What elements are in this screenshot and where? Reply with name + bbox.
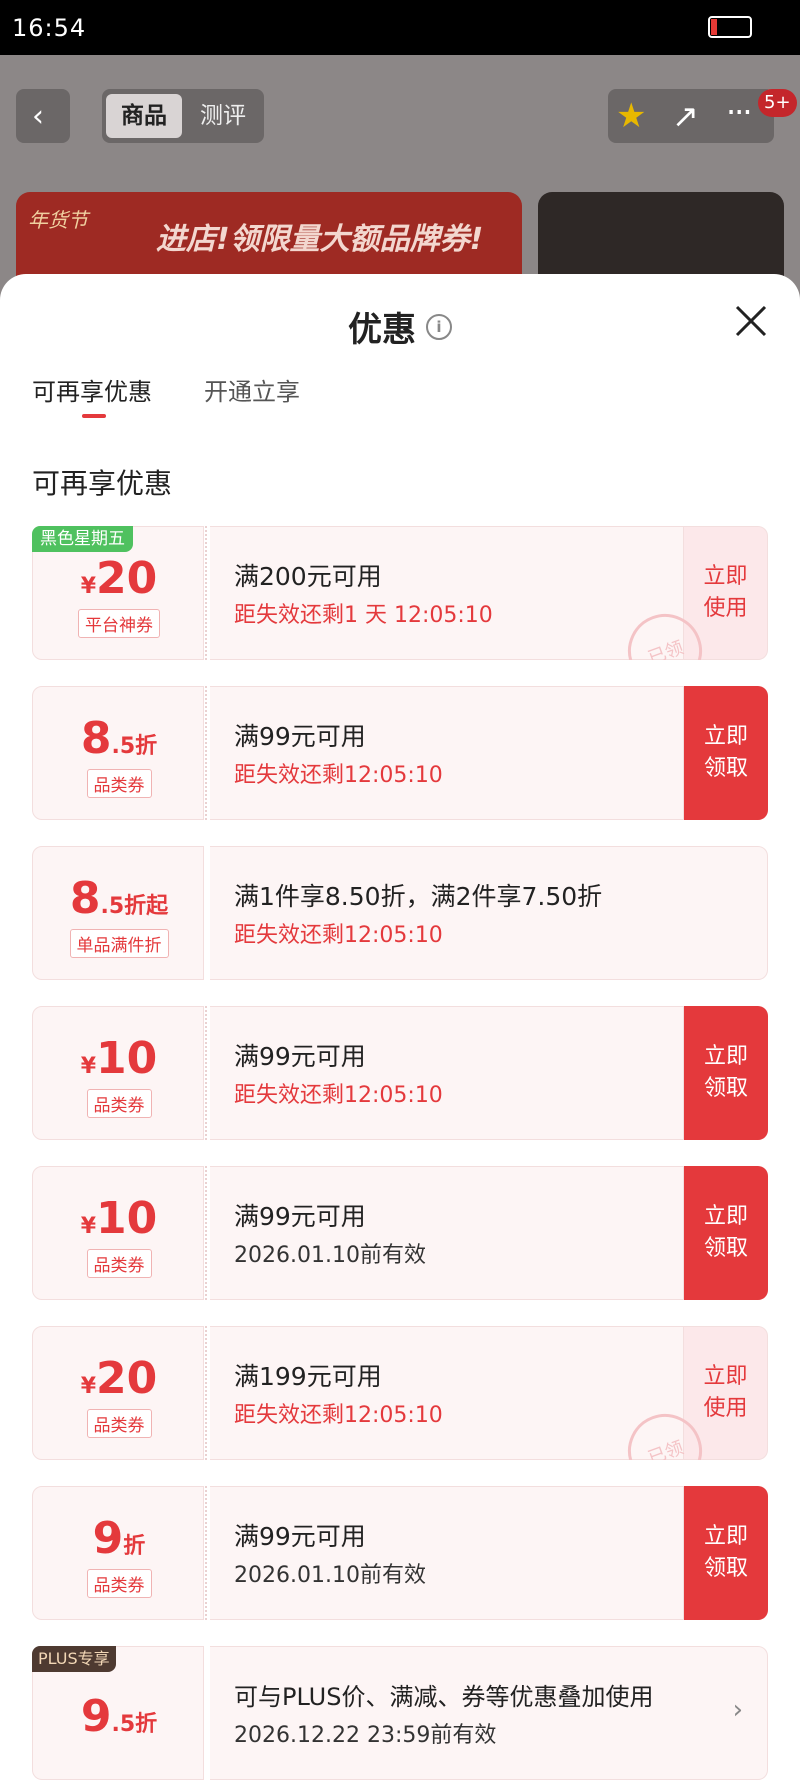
coupon-type-label: 品类券: [86, 769, 152, 798]
back-button[interactable]: ‹: [16, 89, 70, 143]
tab-available-discounts[interactable]: 可再享优惠: [32, 372, 152, 407]
battery-icon: [708, 16, 752, 38]
coupon-card: ¥20 平台神券 满200元可用 距失效还剩1 天 12:05:10 立即 使用 …: [32, 526, 768, 660]
star-icon[interactable]: ★: [616, 97, 646, 135]
coupon-card: ¥20 品类券 满199元可用 距失效还剩12:05:10 立即 使用 已领: [32, 1326, 768, 1460]
coupon-detail: 满99元可用 2026.01.10前有效: [210, 1486, 684, 1620]
discount-sheet: 优惠 i 可再享优惠 开通立享 可再享优惠 ¥20 平台神券 满200元可用 距失…: [0, 274, 800, 1780]
perforation: [205, 1166, 209, 1300]
coupon-type-label: 单品满件折: [69, 929, 169, 958]
info-icon[interactable]: i: [426, 313, 452, 340]
coupon-detail: 满99元可用 2026.01.10前有效: [210, 1166, 684, 1300]
coupon-card: ¥10 品类券 满99元可用 2026.01.10前有效 立即 领取: [32, 1166, 768, 1300]
chevron-right-icon: ›: [732, 1695, 743, 1725]
coupon-countdown: 距失效还剩12:05:10: [234, 763, 443, 788]
claim-now-button[interactable]: 立即 领取: [684, 686, 768, 820]
coupon-countdown: 距失效还剩12:05:10: [234, 1083, 443, 1108]
claim-now-button[interactable]: 立即 领取: [684, 1166, 768, 1300]
coupon-condition: 满99元可用: [234, 1522, 366, 1551]
sheet-title-text: 优惠: [348, 310, 416, 350]
coupon-card: 9折 品类券 满99元可用 2026.01.10前有效 立即 领取: [32, 1486, 768, 1620]
coupon-value-panel: ¥10 品类券: [32, 1166, 204, 1300]
chevron-left-icon: ‹: [32, 99, 44, 134]
coupon-condition: 满99元可用: [234, 1042, 366, 1071]
coupon-detail: 满99元可用 距失效还剩12:05:10: [210, 686, 684, 820]
claimed-stamp: 已领: [617, 603, 713, 660]
banner-logo: 年货节: [28, 208, 88, 232]
coupon-value-panel: ¥10 品类券: [32, 1006, 204, 1140]
claim-now-button[interactable]: 立即 领取: [684, 1486, 768, 1620]
coupon-countdown: 距失效还剩12:05:10: [234, 923, 443, 948]
banner-text: 进店!领限量大额品牌券!: [156, 222, 484, 257]
coupon-value-panel: 8.5折 品类券: [32, 686, 204, 820]
coupon-value: 9折: [92, 1513, 146, 1564]
coupon-value: 9.5折: [80, 1691, 158, 1742]
coupon-value: 8.5折: [80, 713, 158, 764]
coupon-condition: 满99元可用: [234, 1202, 366, 1231]
coupon-card: 8.5折 品类券 满99元可用 距失效还剩12:05:10 立即 领取: [32, 686, 768, 820]
coupon-condition: 满1件享8.50折，满2件享7.50折: [234, 882, 603, 911]
coupon-value: ¥10: [80, 1033, 158, 1084]
coupon-type-label: 品类券: [86, 1569, 152, 1598]
black-friday-tag: 黑色星期五: [32, 526, 133, 552]
coupon-type-label: 品类券: [86, 1089, 152, 1118]
coupon-value: 8.5折起: [69, 873, 169, 924]
tab-review[interactable]: 测评: [188, 94, 258, 138]
status-time: 16:54: [12, 14, 87, 42]
coupon-card: 8.5折起 单品满件折 满1件享8.50折，满2件享7.50折 距失效还剩12:…: [32, 846, 768, 980]
coupon-expiry: 2026.01.10前有效: [234, 1563, 426, 1588]
coupon-detail: 满1件享8.50折，满2件享7.50折 距失效还剩12:05:10: [210, 846, 768, 980]
coupon-value: ¥10: [80, 1193, 158, 1244]
claim-now-button[interactable]: 立即 领取: [684, 1006, 768, 1140]
section-title: 可再享优惠: [32, 467, 173, 500]
sheet-title: 优惠 i: [0, 302, 800, 351]
product-page-background: ‹ 商品 测评 ★ ↗ ··· 5+ 年货节 进店!领限量大额品牌券!: [0, 55, 800, 305]
coupon-expiry: 2026.01.10前有效: [234, 1243, 426, 1268]
perforation: [205, 686, 209, 820]
coupon-value-panel: 9折 品类券: [32, 1486, 204, 1620]
coupon-condition: 满99元可用: [234, 722, 366, 751]
tab-product[interactable]: 商品: [106, 94, 182, 138]
coupon-detail: 满99元可用 距失效还剩12:05:10: [210, 1006, 684, 1140]
coupon-card: ¥10 品类券 满99元可用 距失效还剩12:05:10 立即 领取: [32, 1006, 768, 1140]
perforation: [205, 1486, 209, 1620]
coupon-expiry: 2026.12.22 23:59前有效: [234, 1723, 497, 1748]
plus-discount-card[interactable]: 9.5折 可与PLUS价、满减、券等优惠叠加使用 2026.12.22 23:5…: [32, 1646, 768, 1780]
header-actions: ★ ↗ ···: [608, 89, 774, 143]
plus-exclusive-tag: PLUS专享: [32, 1646, 116, 1672]
coupon-type-label: 品类券: [86, 1249, 152, 1278]
coupon-value-panel: 8.5折起 单品满件折: [32, 846, 204, 980]
close-icon[interactable]: [734, 304, 768, 338]
coupon-detail: 可与PLUS价、满减、券等优惠叠加使用 2026.12.22 23:59前有效 …: [210, 1646, 768, 1780]
coupon-condition: 可与PLUS价、满减、券等优惠叠加使用: [234, 1683, 654, 1711]
perforation: [205, 1006, 209, 1140]
share-icon[interactable]: ↗: [672, 97, 699, 135]
active-tab-indicator: [82, 414, 106, 418]
claimed-stamp: 已领: [617, 1403, 713, 1460]
tab-activate-now[interactable]: 开通立享: [204, 372, 300, 407]
more-icon[interactable]: ···: [726, 93, 752, 131]
top-tab-switcher: 商品 测评: [102, 89, 264, 143]
status-bar: 16:54: [0, 0, 800, 55]
message-badge: 5+: [758, 89, 797, 117]
